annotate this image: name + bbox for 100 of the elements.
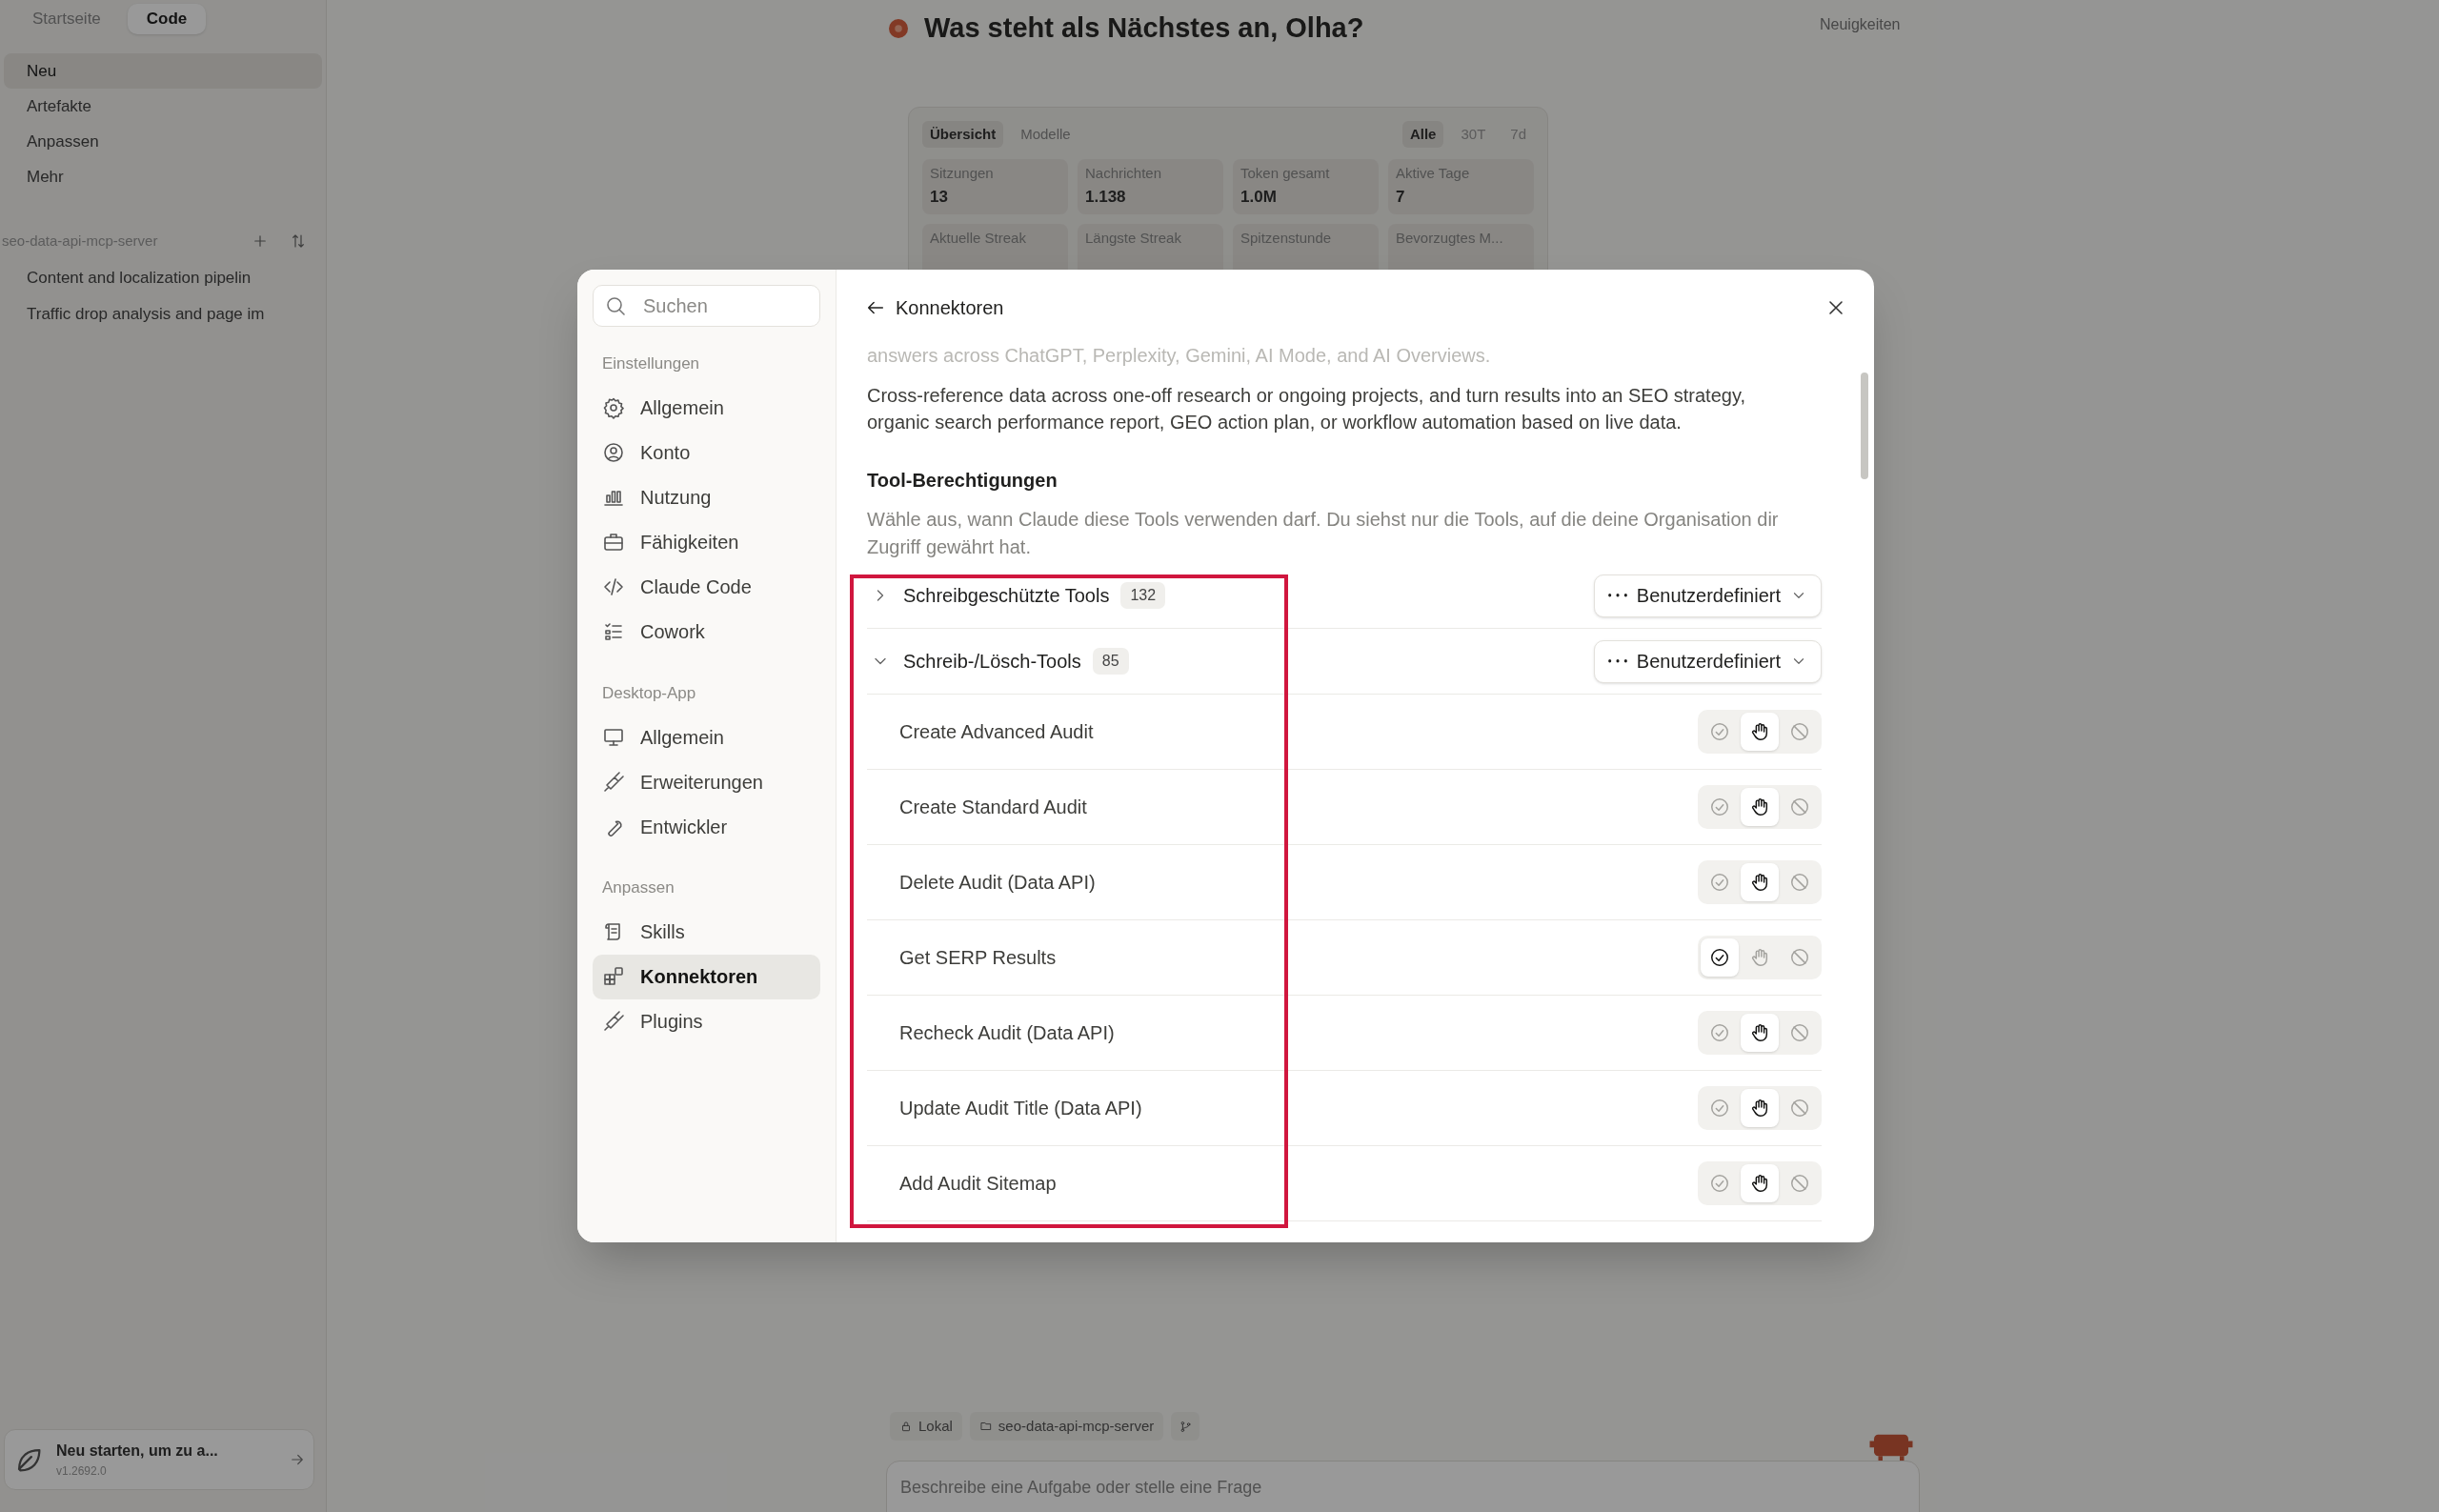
code-icon xyxy=(602,575,625,598)
tool-name: Add Audit Sitemap xyxy=(898,1172,1058,1196)
nav-item[interactable]: Skills xyxy=(593,909,820,955)
gear-icon xyxy=(602,396,625,419)
tool-name: Create Standard Audit xyxy=(898,796,1088,819)
sidebar-item[interactable]: Neu xyxy=(4,53,322,89)
stat-label: Spitzenstunde xyxy=(1240,229,1333,248)
tool-name: Update Audit Title (Data API) xyxy=(898,1097,1143,1120)
hint-text: Wähle aus, wann Claude diese Tools verwenden darf. Du siehst nur die Tools, auf die deine Organisation dir Zugriff gewährt hat. xyxy=(867,508,1780,559)
nav-item[interactable]: Konnektoren xyxy=(593,954,820,999)
stat-label: Token gesamt xyxy=(1240,164,1331,183)
back-link[interactable]: Konnektoren xyxy=(865,293,1004,322)
nav-item[interactable]: Allgemein xyxy=(593,385,820,431)
user-circle-icon xyxy=(602,441,625,464)
sidebar-item[interactable]: Artefakte xyxy=(4,89,322,124)
blocked-icon xyxy=(1789,947,1810,968)
more-icon xyxy=(1607,594,1627,597)
chat-item[interactable]: Content and localization pipelin xyxy=(0,259,326,296)
count-badge: 132 xyxy=(1120,582,1166,609)
composer-chip[interactable]: Lokal xyxy=(890,1412,962,1441)
tool-name: Delete Audit (Data API) xyxy=(898,871,1097,895)
chat-item[interactable]: Traffic drop analysis and page im xyxy=(0,295,326,333)
permission-option[interactable] xyxy=(1741,863,1779,901)
hand-icon xyxy=(1749,796,1770,817)
stat-value: 1.138 xyxy=(1085,186,1127,208)
check-circle-icon xyxy=(1709,872,1730,893)
nav-item[interactable]: Erweiterungen xyxy=(593,759,820,804)
stat-label: Längste Streak xyxy=(1085,229,1182,248)
blocks-icon xyxy=(602,965,625,988)
tool-name: Create Advanced Audit xyxy=(898,720,1095,744)
nav-item[interactable]: Allgemein xyxy=(593,715,820,759)
permission-option[interactable] xyxy=(1741,713,1779,751)
nav-item[interactable]: Fähigkeiten xyxy=(593,519,820,565)
nav-item[interactable]: Claude Code xyxy=(593,564,820,610)
check-circle-icon xyxy=(1709,1173,1730,1194)
check-circle-icon xyxy=(1709,1022,1730,1043)
greeting-heading: Was steht als Nächstes an, Olha? xyxy=(924,11,1364,45)
sidebar-tab[interactable]: Code xyxy=(127,4,207,34)
group-toggle[interactable]: Schreib-/Lösch-Tools xyxy=(867,647,1081,675)
briefcase-icon xyxy=(602,531,625,554)
section-heading: Tool-Berechtigungen xyxy=(867,469,1058,493)
update-card[interactable]: Neu starten, um zu a... v1.2692.0 xyxy=(4,1429,314,1490)
version-text: v1.2692.0 xyxy=(56,1463,108,1480)
stat-label: Aktuelle Streak xyxy=(930,229,1027,248)
range-tab[interactable]: Alle xyxy=(1401,121,1444,148)
search-field[interactable]: Suchen xyxy=(593,285,820,327)
section-label: Einstellungen xyxy=(601,353,701,374)
permission-option[interactable] xyxy=(1741,788,1779,826)
permission-option[interactable] xyxy=(1701,938,1739,977)
folder-icon xyxy=(978,1420,993,1433)
blocked-icon xyxy=(1789,1098,1810,1119)
stat-label: Aktive Tage xyxy=(1396,164,1471,183)
checklist-icon xyxy=(602,620,625,643)
sidebar-item[interactable]: Mehr xyxy=(4,159,322,194)
branch-button[interactable] xyxy=(1171,1412,1200,1441)
nav-item[interactable]: Entwickler xyxy=(593,804,820,849)
prompt-field[interactable]: Beschreibe eine Aufgabe oder stelle eine Frage xyxy=(886,1461,1920,1512)
description-text: Cross-reference data across one-off research or ongoing projects, and turn results into an SEO strategy, organic search performance report, GEO action plan, or workflow automation based on live data. xyxy=(867,384,1746,434)
nav-item[interactable]: Plugins xyxy=(593,998,820,1044)
tool-name: Recheck Audit (Data API) xyxy=(898,1021,1116,1045)
stat-label: Nachrichten xyxy=(1085,164,1163,183)
update-title: Neu starten, um zu a... xyxy=(56,1441,219,1461)
blocked-icon xyxy=(1789,1022,1810,1043)
check-circle-icon xyxy=(1709,796,1730,817)
lock-icon xyxy=(899,1420,913,1433)
stat-value: 1.0M xyxy=(1240,186,1278,208)
nav-item[interactable]: Cowork xyxy=(593,609,820,655)
section-label: Anpassen xyxy=(601,877,675,898)
search-icon xyxy=(604,294,627,317)
permission-option[interactable] xyxy=(1741,1014,1779,1052)
stat-label: Sitzungen xyxy=(930,164,995,183)
plug-icon xyxy=(602,1010,625,1033)
sidebar-item[interactable]: Anpassen xyxy=(4,124,322,159)
stat-value: 7 xyxy=(1396,186,1406,208)
blocked-icon xyxy=(1789,796,1810,817)
blocked-icon xyxy=(1789,872,1810,893)
hand-icon xyxy=(1749,1173,1770,1194)
group-toggle[interactable]: Schreibgeschützte Tools xyxy=(867,581,1110,610)
mode-dropdown[interactable]: Benutzerdefiniert xyxy=(1593,639,1822,683)
permission-option[interactable] xyxy=(1741,1089,1779,1127)
faded-text: answers across ChatGPT, Perplexity, Gemini, AI Mode, and AI Overviews. xyxy=(867,344,1492,368)
nav-item[interactable]: Nutzung xyxy=(593,474,820,520)
stat-value: 13 xyxy=(930,186,949,208)
plug-icon xyxy=(602,770,625,794)
hand-icon xyxy=(1749,872,1770,893)
count-badge: 85 xyxy=(1092,648,1129,675)
more-icon xyxy=(1607,659,1627,663)
tool-name: Get SERP Results xyxy=(898,946,1058,970)
mode-dropdown[interactable]: Benutzerdefiniert xyxy=(1593,574,1822,617)
composer-chip[interactable]: seo-data-api-mcp-server xyxy=(969,1412,1164,1441)
check-circle-icon xyxy=(1709,1098,1730,1119)
nav-item[interactable]: Konto xyxy=(593,430,820,475)
stat-label: Bevorzugtes M... xyxy=(1396,229,1504,248)
stats-tab[interactable]: Übersicht xyxy=(922,121,1004,148)
scrollbar-thumb[interactable] xyxy=(1861,373,1868,479)
permission-option[interactable] xyxy=(1741,1164,1779,1202)
section-label: Desktop-App xyxy=(601,682,697,704)
blocked-icon xyxy=(1789,721,1810,742)
hand-icon xyxy=(1749,1098,1770,1119)
check-circle-icon xyxy=(1709,947,1730,968)
